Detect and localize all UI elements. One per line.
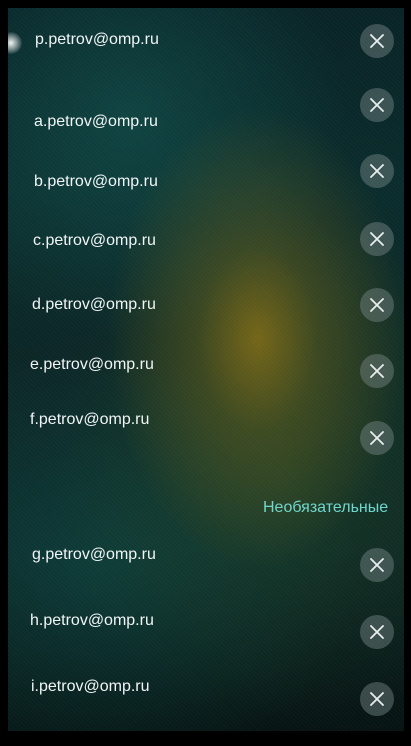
- close-icon: [370, 34, 384, 48]
- remove-recipient-button[interactable]: [360, 615, 394, 649]
- remove-recipient-button[interactable]: [360, 288, 394, 322]
- remove-recipient-button[interactable]: [360, 24, 394, 58]
- close-icon: [370, 232, 384, 246]
- recipient-email[interactable]: i.petrov@omp.ru: [31, 678, 150, 696]
- recipient-email[interactable]: e.petrov@omp.ru: [30, 356, 154, 374]
- close-icon: [370, 98, 384, 112]
- light-glow: [8, 32, 22, 54]
- close-icon: [370, 625, 384, 639]
- recipient-email[interactable]: p.petrov@omp.ru: [35, 31, 159, 49]
- close-icon: [370, 558, 384, 572]
- recipient-email[interactable]: f.petrov@omp.ru: [30, 411, 149, 429]
- recipient-email[interactable]: h.petrov@omp.ru: [30, 612, 154, 630]
- close-icon: [370, 431, 384, 445]
- recipient-email[interactable]: c.petrov@omp.ru: [33, 232, 156, 250]
- remove-recipient-button[interactable]: [360, 548, 394, 582]
- recipient-email[interactable]: d.petrov@omp.ru: [32, 296, 156, 314]
- close-icon: [370, 364, 384, 378]
- remove-recipient-button[interactable]: [360, 88, 394, 122]
- remove-recipient-button[interactable]: [360, 682, 394, 716]
- close-icon: [370, 692, 384, 706]
- recipient-email[interactable]: a.petrov@omp.ru: [34, 113, 158, 131]
- recipients-screen: p.petrov@omp.ru a.petrov@omp.ru b.petrov…: [8, 8, 404, 731]
- remove-recipient-button[interactable]: [360, 222, 394, 256]
- optional-section-header: Необязательные: [263, 499, 389, 516]
- recipient-email[interactable]: g.petrov@omp.ru: [32, 546, 156, 564]
- recipient-email[interactable]: b.petrov@omp.ru: [34, 173, 158, 191]
- close-icon: [370, 298, 384, 312]
- remove-recipient-button[interactable]: [360, 354, 394, 388]
- remove-recipient-button[interactable]: [360, 421, 394, 455]
- close-icon: [370, 164, 384, 178]
- remove-recipient-button[interactable]: [360, 154, 394, 188]
